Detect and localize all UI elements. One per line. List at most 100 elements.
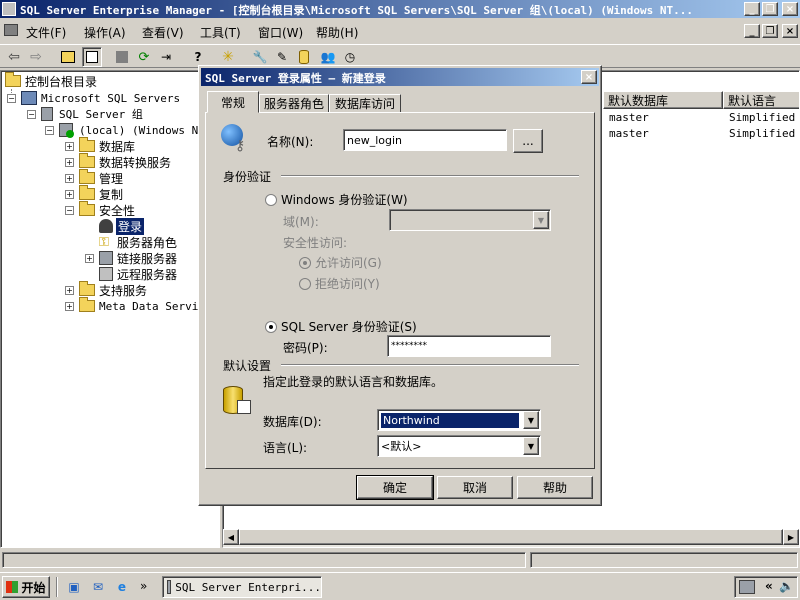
login-icon bbox=[99, 219, 113, 233]
tray-expand-icon[interactable]: « bbox=[765, 579, 773, 593]
maximize-button[interactable]: ❐ bbox=[762, 2, 778, 16]
expand-toggle[interactable]: + bbox=[65, 190, 74, 199]
folder-icon bbox=[79, 297, 95, 312]
up-folder-icon[interactable] bbox=[58, 47, 78, 67]
job-icon[interactable]: ◷ bbox=[340, 47, 360, 67]
password-label: 密码(P): bbox=[283, 341, 328, 355]
tree-item-management[interactable]: 管理 bbox=[79, 169, 123, 186]
cancel-button[interactable]: 取消 bbox=[437, 476, 513, 499]
table-row[interactable]: master bbox=[609, 111, 649, 124]
expand-toggle[interactable]: + bbox=[65, 302, 74, 311]
scroll-right-button[interactable]: ▶ bbox=[783, 529, 799, 545]
table-row[interactable]: Simplified C bbox=[729, 127, 799, 140]
help-button[interactable]: 帮助 bbox=[517, 476, 593, 499]
expand-toggle[interactable]: + bbox=[65, 286, 74, 295]
language-combo[interactable]: <默认> ▼ bbox=[377, 435, 541, 457]
menu-help[interactable]: 帮助(H) bbox=[316, 24, 358, 41]
table-row[interactable]: master bbox=[609, 127, 649, 140]
collapse-toggle[interactable]: − bbox=[7, 94, 16, 103]
tree-item-linked-servers[interactable]: 链接服务器 bbox=[99, 250, 177, 266]
collapse-toggle[interactable]: − bbox=[65, 206, 74, 215]
menu-file[interactable]: 文件(F) bbox=[26, 24, 66, 41]
refresh-icon[interactable]: ⟳ bbox=[134, 47, 154, 67]
tree-item-security[interactable]: 安全性 bbox=[79, 201, 135, 218]
menu-window[interactable]: 窗口(W) bbox=[258, 24, 303, 41]
child-minimize-button[interactable]: _ bbox=[744, 24, 760, 38]
radio-icon bbox=[265, 193, 277, 206]
database-icon[interactable] bbox=[294, 47, 314, 67]
collapse-toggle[interactable]: − bbox=[45, 126, 54, 135]
column-header-default-db[interactable]: 默认数据库 bbox=[603, 91, 723, 109]
wizard-icon[interactable]: 🔧 bbox=[250, 47, 270, 67]
tree-item-dts[interactable]: 数据转换服务 bbox=[79, 153, 171, 170]
tree-root[interactable]: 控制台根目录 bbox=[5, 72, 97, 89]
tree-item-mssql[interactable]: Microsoft SQL Servers bbox=[21, 90, 180, 106]
quicklaunch-more[interactable]: » bbox=[140, 579, 147, 593]
speaker-icon[interactable]: 🔈 bbox=[779, 579, 794, 593]
grant-access-radio[interactable]: 允许访问(G) bbox=[299, 254, 382, 271]
sql-auth-radio[interactable]: SQL Server 身份验证(S) bbox=[265, 318, 417, 335]
desktop-icon[interactable]: ▣ bbox=[64, 577, 84, 597]
start-button[interactable]: 开始 bbox=[2, 576, 50, 598]
folder-icon bbox=[79, 137, 95, 152]
tree-item-support[interactable]: 支持服务 bbox=[79, 281, 147, 298]
show-tree-icon[interactable] bbox=[82, 47, 102, 67]
dialog-titlebar: SQL Server 登录属性 — 新建登录 × bbox=[201, 68, 599, 86]
password-input[interactable]: ******** bbox=[387, 335, 551, 357]
name-input[interactable]: new_login bbox=[343, 129, 507, 151]
column-header-default-lang[interactable]: 默认语言 bbox=[723, 91, 799, 109]
browse-button[interactable]: ... bbox=[513, 129, 543, 153]
query-icon[interactable]: ✎ bbox=[272, 47, 292, 67]
users-icon[interactable]: 👥 bbox=[318, 47, 338, 67]
expand-toggle[interactable]: + bbox=[65, 142, 74, 151]
auth-separator bbox=[281, 175, 579, 177]
dialog-close-button[interactable]: × bbox=[581, 70, 597, 84]
new-icon[interactable]: ✳ bbox=[218, 47, 238, 67]
expand-toggle[interactable]: + bbox=[65, 174, 74, 183]
tab-server-roles[interactable]: 服务器角色 bbox=[259, 94, 329, 113]
collapse-toggle[interactable]: − bbox=[27, 110, 36, 119]
ie-icon[interactable]: e bbox=[112, 577, 132, 597]
menu-view[interactable]: 查看(V) bbox=[142, 24, 184, 41]
chevron-down-icon[interactable]: ▼ bbox=[523, 437, 539, 455]
tree-item-sqlgroup[interactable]: SQL Server 组 bbox=[41, 106, 143, 122]
scroll-thumb[interactable] bbox=[239, 529, 783, 545]
taskbar-task-sqlem[interactable]: SQL Server Enterpri... bbox=[162, 576, 322, 598]
chevron-down-icon[interactable]: ▼ bbox=[523, 411, 539, 429]
domain-combo[interactable]: ▼ bbox=[389, 209, 551, 231]
tree-item-remote-servers[interactable]: 远程服务器 bbox=[99, 266, 177, 282]
help-icon[interactable]: ? bbox=[188, 47, 208, 67]
scroll-left-button[interactable]: ◀ bbox=[223, 529, 239, 545]
menu-action[interactable]: 操作(A) bbox=[84, 24, 126, 41]
tree-item-logins[interactable]: 登录 bbox=[99, 217, 145, 235]
properties-icon[interactable] bbox=[112, 47, 132, 67]
sql-service-tray-icon[interactable] bbox=[739, 580, 755, 594]
remote-server-icon bbox=[99, 267, 113, 281]
database-combo[interactable]: Northwind ▼ bbox=[377, 409, 541, 431]
menu-tools[interactable]: 工具(T) bbox=[200, 24, 241, 41]
minimize-button[interactable]: _ bbox=[744, 2, 760, 16]
child-close-button[interactable]: × bbox=[782, 24, 798, 38]
tab-database-access[interactable]: 数据库访问 bbox=[329, 94, 401, 113]
expand-toggle[interactable]: + bbox=[85, 254, 94, 263]
tree-item-metadata[interactable]: Meta Data Service bbox=[79, 297, 212, 314]
deny-access-radio[interactable]: 拒绝访问(Y) bbox=[299, 275, 380, 292]
horizontal-scrollbar[interactable]: ◀ ▶ bbox=[223, 529, 799, 547]
table-row[interactable]: Simplified C bbox=[729, 111, 799, 124]
tree-item-databases[interactable]: 数据库 bbox=[79, 137, 135, 154]
expand-toggle[interactable]: + bbox=[65, 158, 74, 167]
tab-general[interactable]: 常规 bbox=[207, 91, 259, 113]
tree-item-server-roles[interactable]: ⚿ 服务器角色 bbox=[99, 234, 177, 250]
tree-item-local[interactable]: (local) (Windows NT) bbox=[59, 122, 211, 138]
outlook-icon[interactable]: ✉ bbox=[88, 577, 108, 597]
ok-button[interactable]: 确定 bbox=[356, 475, 434, 500]
forward-icon[interactable]: ⇨ bbox=[26, 47, 46, 67]
windows-auth-radio[interactable]: Windows 身份验证(W) bbox=[265, 191, 408, 208]
status-panel bbox=[2, 552, 526, 568]
back-icon[interactable]: ⇦ bbox=[4, 47, 24, 67]
tree-item-replication[interactable]: 复制 bbox=[79, 185, 123, 202]
export-icon[interactable]: ⇥ bbox=[156, 47, 176, 67]
radio-icon bbox=[265, 320, 277, 333]
close-window-button[interactable]: × bbox=[782, 2, 798, 16]
child-restore-button[interactable]: ❐ bbox=[762, 24, 778, 38]
